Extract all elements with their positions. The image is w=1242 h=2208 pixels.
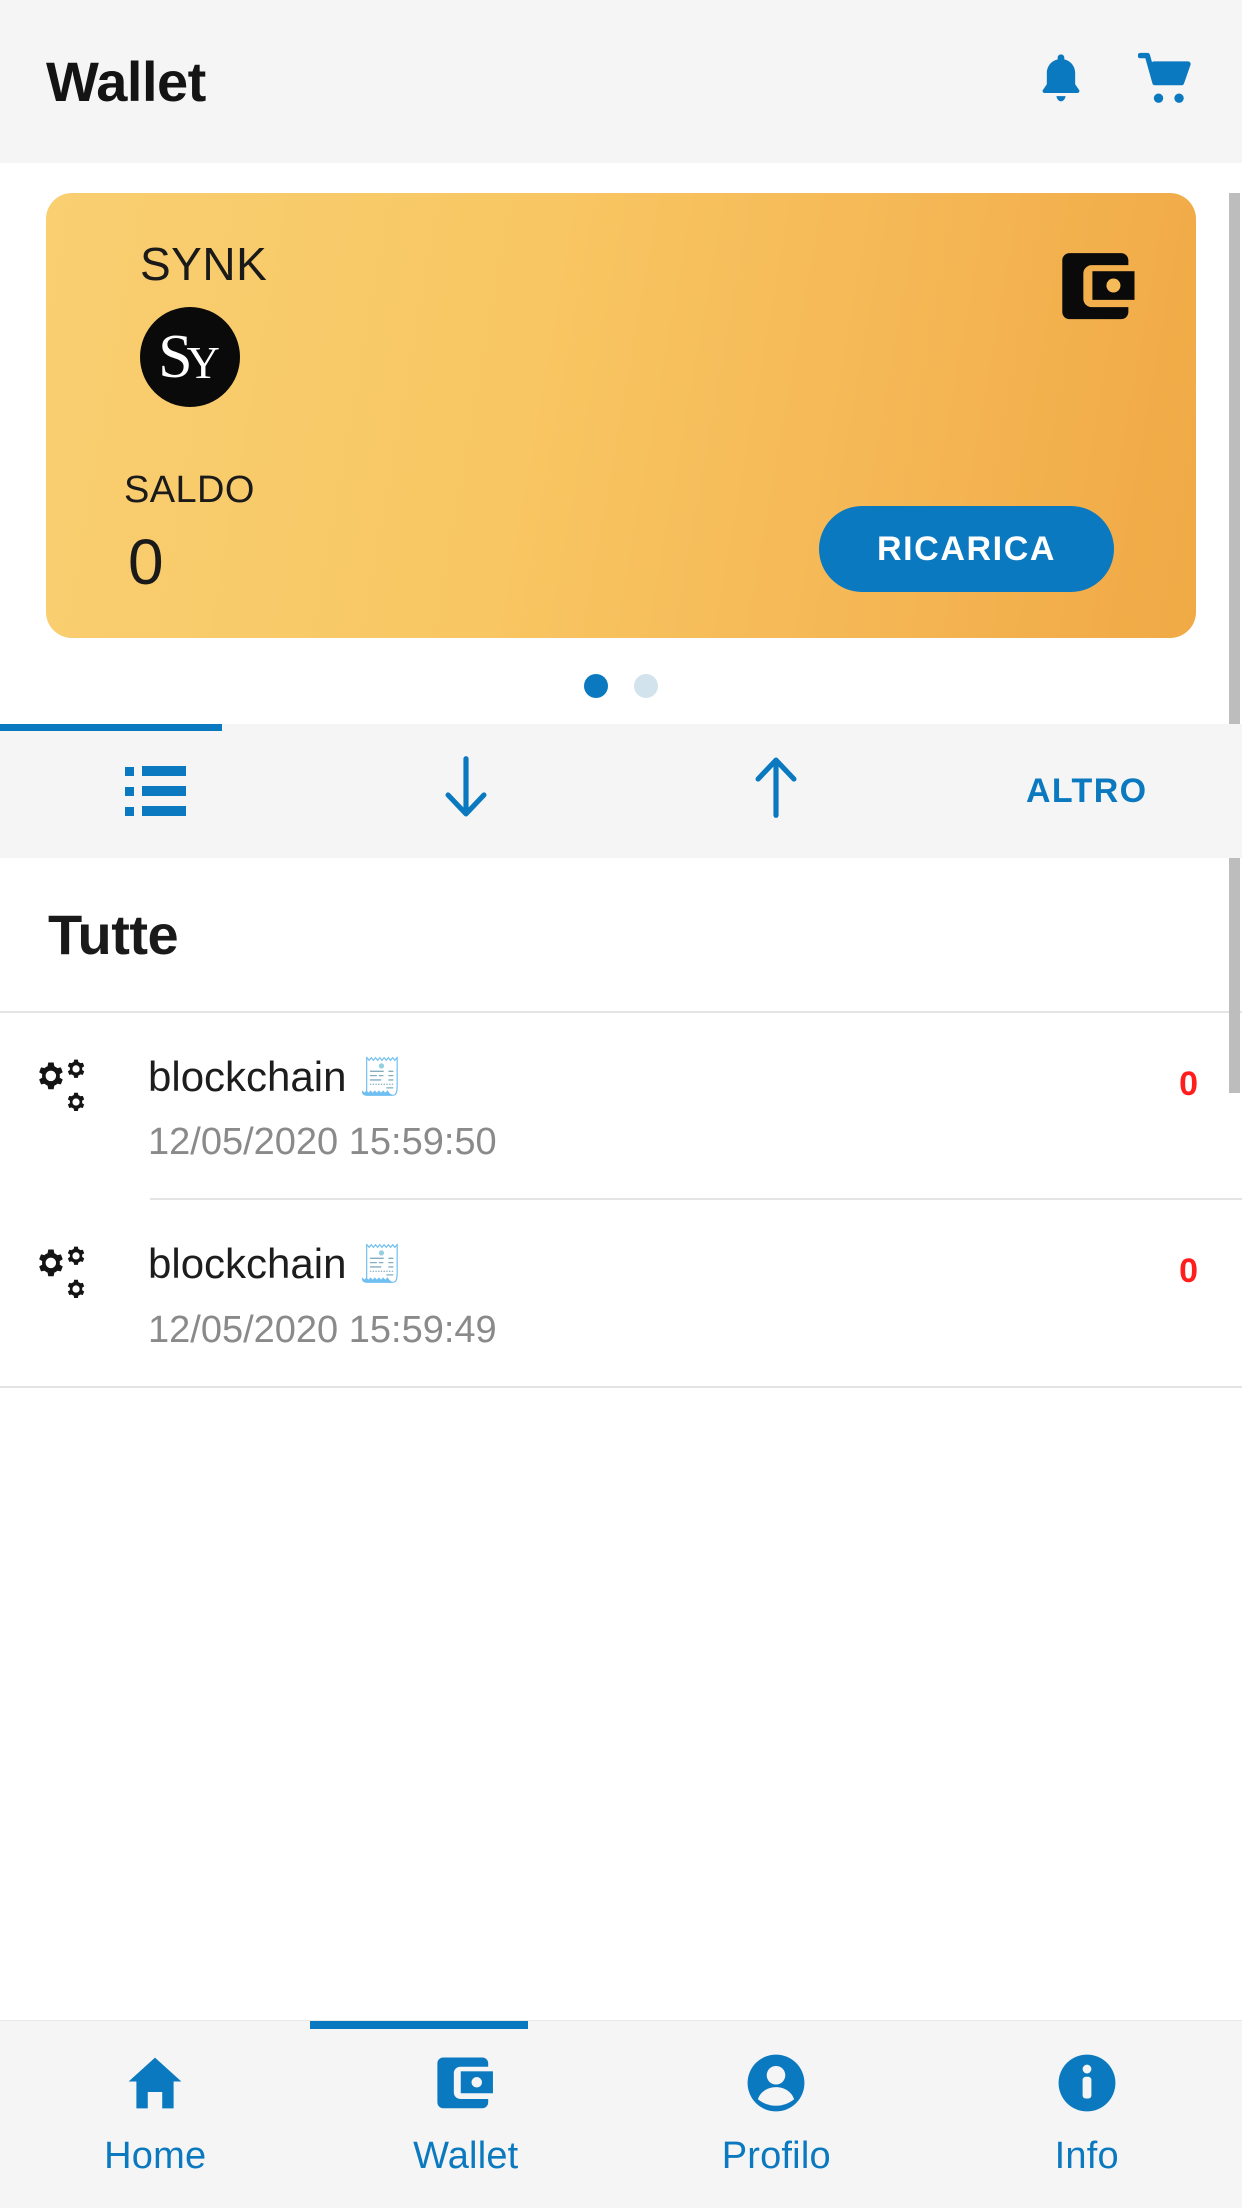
tab-all[interactable] [0,724,311,858]
bottom-navigation: Home Wallet Profilo Info [0,2020,1242,2208]
tab-outgoing[interactable] [621,724,932,858]
nav-wallet-label: Wallet [413,2134,519,2177]
transaction-details: blockchain 🧾 12/05/2020 15:59:49 [124,1240,1179,1351]
card-wallet-icon [1058,249,1142,330]
ricarica-button[interactable]: RICARICA [818,506,1114,592]
tab-incoming[interactable] [311,724,622,858]
transaction-date: 12/05/2020 15:59:50 [148,1121,497,1164]
page-title: Wallet [46,50,206,113]
table-row[interactable]: blockchain 🧾 12/05/2020 15:59:49 0 [0,1200,1242,1385]
person-icon [745,2052,807,2119]
scrollbar[interactable] [1228,163,1242,2020]
transaction-amount: 0 [1179,1065,1198,1103]
info-icon [1056,2052,1118,2119]
nav-wallet[interactable]: Wallet [311,2021,622,2208]
transaction-title-row: blockchain 🧾 [148,1053,1179,1101]
wallet-card[interactable]: SYNK SY SALDO 0 RICARICA [46,193,1196,638]
transaction-date: 12/05/2020 15:59:49 [148,1308,497,1351]
card-logo-y: Y [186,337,220,388]
scrollbar-thumb[interactable] [1229,193,1240,1093]
transaction-list-end-divider [0,1385,1242,1388]
carousel-dot-1[interactable] [584,674,608,698]
cogs-icon [38,1053,124,1121]
wallet-screen: Wallet SYNK S Y SALDO 0 RICARICA ALTRO T… [0,0,1242,2208]
notifications-button[interactable] [1030,51,1092,113]
cogs-icon [38,1240,124,1308]
card-logo: SY [140,307,240,407]
section-heading: Tutte [48,903,179,966]
wallet-icon [435,2052,497,2119]
table-row[interactable]: blockchain 🧾 12/05/2020 15:59:50 0 [0,1013,1242,1198]
nav-profilo[interactable]: Profilo [621,2021,932,2208]
nav-home-label: Home [104,2134,207,2177]
scroll-body: SYNK SY SALDO 0 RICARICA ALTRO Tutte blo… [0,163,1242,2020]
active-nav-indicator [310,2021,528,2029]
nav-home[interactable]: Home [0,2021,311,2208]
transaction-filter-tabs: ALTRO [0,724,1242,858]
app-bar: Wallet [0,0,1242,163]
card-carousel: SYNK SY SALDO 0 RICARICA [0,163,1242,638]
card-brand-name: SYNK [140,238,268,290]
tab-altro[interactable]: ALTRO [932,724,1242,858]
list-icon [124,766,186,816]
balance-block: SALDO 0 [124,469,255,594]
transaction-amount: 0 [1179,1252,1198,1291]
nav-profilo-label: Profilo [721,2134,831,2177]
transaction-title-row: blockchain 🧾 [148,1240,1179,1288]
balance-value: 0 [128,526,164,598]
transaction-title: blockchain [148,1240,347,1288]
cart-button[interactable] [1136,51,1198,113]
receipt-icon: 🧾 [358,1056,404,1098]
carousel-dots [0,638,1242,724]
transaction-title: blockchain [148,1053,347,1100]
balance-label: SALDO [124,469,255,511]
bell-icon [1036,51,1086,112]
nav-info-label: Info [1054,2134,1119,2177]
arrow-down-icon [439,754,493,829]
app-bar-actions [1030,51,1198,113]
home-icon [124,2052,186,2119]
arrow-up-icon [749,754,803,829]
card-bottom-row: SALDO 0 RICARICA [92,469,1150,598]
receipt-icon: 🧾 [358,1243,404,1285]
transaction-list: blockchain 🧾 12/05/2020 15:59:50 0 block… [0,1013,1242,1388]
carousel-dot-2[interactable] [634,674,658,698]
cart-icon [1137,52,1196,111]
nav-info[interactable]: Info [932,2021,1242,2208]
transaction-details: blockchain 🧾 12/05/2020 15:59:50 [124,1053,1179,1164]
active-tab-indicator [0,724,222,731]
